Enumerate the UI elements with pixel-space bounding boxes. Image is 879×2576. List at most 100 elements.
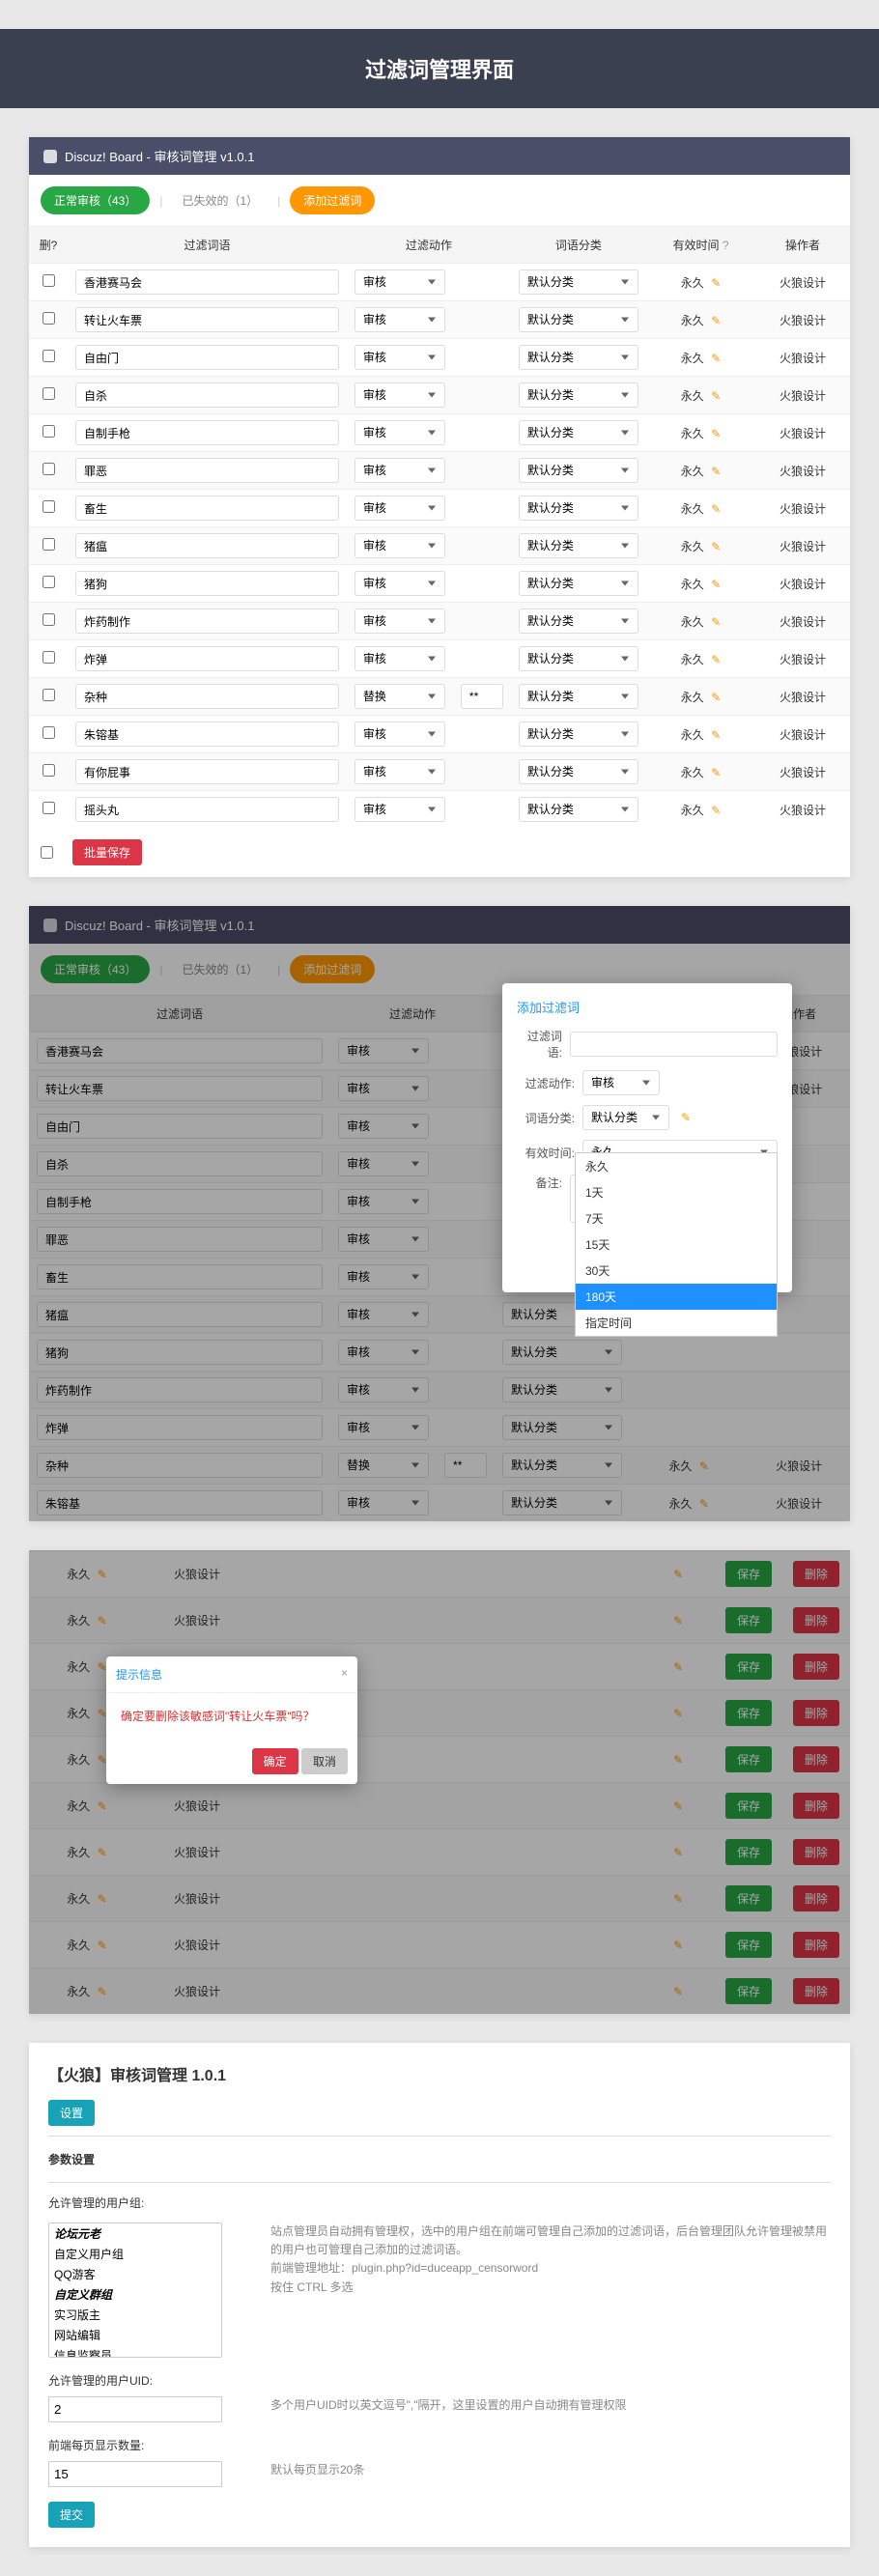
close-icon[interactable]: ×	[341, 1666, 348, 1683]
save-button[interactable]: 保存	[725, 1839, 772, 1865]
category-select[interactable]: 默认分类	[519, 759, 638, 784]
edit-time-icon[interactable]: ✎	[711, 276, 721, 290]
edit-time-icon[interactable]: ✎	[711, 314, 721, 327]
delete-button[interactable]: 删除	[793, 1746, 839, 1772]
edit-icon[interactable]: ✎	[673, 1753, 683, 1767]
pagesize-input[interactable]	[48, 2461, 222, 2487]
word-input[interactable]	[75, 759, 339, 784]
settings-tab[interactable]: 设置	[48, 2100, 95, 2126]
action-select[interactable]: 审核	[354, 495, 445, 521]
action-select[interactable]: 替换	[354, 684, 445, 709]
select-all[interactable]	[41, 846, 53, 859]
save-button[interactable]: 保存	[725, 1561, 772, 1587]
word-input[interactable]	[75, 684, 339, 709]
word-input[interactable]	[75, 420, 339, 445]
save-button[interactable]: 保存	[725, 1700, 772, 1726]
edit-icon[interactable]: ✎	[681, 1111, 691, 1124]
word-input[interactable]	[75, 382, 339, 408]
confirm-cancel-button[interactable]: 取消	[301, 1748, 348, 1774]
edit-time-icon[interactable]: ✎	[711, 352, 721, 365]
word-input[interactable]	[75, 495, 339, 521]
category-select[interactable]: 默认分类	[519, 684, 638, 709]
edit-icon[interactable]: ✎	[673, 1799, 683, 1813]
edit-time-icon[interactable]: ✎	[711, 615, 721, 629]
row-checkbox[interactable]	[43, 613, 55, 626]
edit-time-icon[interactable]: ✎	[711, 804, 721, 817]
save-button[interactable]: 保存	[725, 1932, 772, 1958]
category-select[interactable]: 默认分类	[519, 533, 638, 558]
action-select[interactable]: 审核	[354, 307, 445, 332]
category-select[interactable]: 默认分类	[519, 722, 638, 747]
row-checkbox[interactable]	[43, 802, 55, 814]
dropdown-option[interactable]: 180天	[576, 1284, 777, 1310]
edit-time-icon[interactable]: ✎	[711, 653, 721, 666]
edit-time-icon[interactable]: ✎	[711, 465, 721, 478]
dropdown-option[interactable]: 1天	[576, 1179, 777, 1205]
edit-icon[interactable]: ✎	[673, 1568, 683, 1581]
delete-button[interactable]: 删除	[793, 1700, 839, 1726]
row-checkbox[interactable]	[43, 576, 55, 588]
category-select[interactable]: 默认分类	[582, 1105, 669, 1130]
dropdown-option[interactable]: 7天	[576, 1205, 777, 1231]
row-checkbox[interactable]	[43, 274, 55, 287]
delete-button[interactable]: 删除	[793, 1885, 839, 1911]
word-input[interactable]	[75, 722, 339, 747]
row-checkbox[interactable]	[43, 425, 55, 438]
edit-icon[interactable]: ✎	[673, 1660, 683, 1674]
category-select[interactable]: 默认分类	[519, 609, 638, 634]
delete-button[interactable]: 删除	[793, 1561, 839, 1587]
edit-time-icon[interactable]: ✎	[711, 691, 721, 704]
help-icon[interactable]: ?	[723, 239, 729, 252]
edit-icon[interactable]: ✎	[98, 1614, 107, 1628]
row-checkbox[interactable]	[43, 463, 55, 475]
delete-button[interactable]: 删除	[793, 1932, 839, 1958]
row-checkbox[interactable]	[43, 764, 55, 777]
confirm-ok-button[interactable]: 确定	[252, 1748, 298, 1774]
row-checkbox[interactable]	[43, 651, 55, 664]
submit-button[interactable]: 提交	[48, 2502, 95, 2528]
edit-icon[interactable]: ✎	[98, 1892, 107, 1906]
action-select[interactable]: 审核	[354, 722, 445, 747]
word-input[interactable]	[75, 797, 339, 822]
action-select[interactable]: 审核	[354, 759, 445, 784]
word-input[interactable]	[75, 345, 339, 370]
edit-time-icon[interactable]: ✎	[711, 389, 721, 403]
action-select[interactable]: 审核	[354, 420, 445, 445]
edit-icon[interactable]: ✎	[98, 1939, 107, 1952]
add-word-button[interactable]: 添加过滤词	[290, 186, 375, 214]
action-select[interactable]: 审核	[354, 269, 445, 295]
category-select[interactable]: 默认分类	[519, 458, 638, 483]
dropdown-option[interactable]: 30天	[576, 1258, 777, 1284]
row-checkbox[interactable]	[43, 350, 55, 362]
delete-button[interactable]: 删除	[793, 1654, 839, 1680]
action-select[interactable]: 审核	[354, 533, 445, 558]
action-select[interactable]: 审核	[582, 1070, 660, 1095]
action-select[interactable]: 审核	[354, 382, 445, 408]
edit-icon[interactable]: ✎	[98, 1985, 107, 1998]
edit-time-icon[interactable]: ✎	[711, 578, 721, 591]
usergroup-select[interactable]: 论坛元老 自定义用户组 QQ游客自定义群组 实习版主 网站编辑 信息监察员 审核…	[48, 2222, 222, 2358]
action-select[interactable]: 审核	[354, 458, 445, 483]
edit-time-icon[interactable]: ✎	[711, 502, 721, 516]
row-checkbox[interactable]	[43, 538, 55, 551]
save-button[interactable]: 保存	[725, 1654, 772, 1680]
category-select[interactable]: 默认分类	[519, 345, 638, 370]
row-checkbox[interactable]	[43, 726, 55, 739]
word-input[interactable]	[570, 1032, 778, 1057]
edit-icon[interactable]: ✎	[98, 1568, 107, 1581]
row-checkbox[interactable]	[43, 312, 55, 325]
save-button[interactable]: 保存	[725, 1793, 772, 1819]
delete-button[interactable]: 删除	[793, 1978, 839, 2004]
action-select[interactable]: 审核	[354, 646, 445, 671]
word-input[interactable]	[75, 571, 339, 596]
add-word-button[interactable]: 添加过滤词	[290, 955, 375, 983]
word-input[interactable]	[75, 609, 339, 634]
edit-time-icon[interactable]: ✎	[711, 766, 721, 779]
batch-save-button[interactable]: 批量保存	[72, 839, 142, 865]
tab-active[interactable]: 正常审核（43）	[41, 955, 150, 983]
row-checkbox[interactable]	[43, 689, 55, 701]
edit-icon[interactable]: ✎	[673, 1707, 683, 1720]
save-button[interactable]: 保存	[725, 1746, 772, 1772]
save-button[interactable]: 保存	[725, 1978, 772, 2004]
category-select[interactable]: 默认分类	[519, 646, 638, 671]
